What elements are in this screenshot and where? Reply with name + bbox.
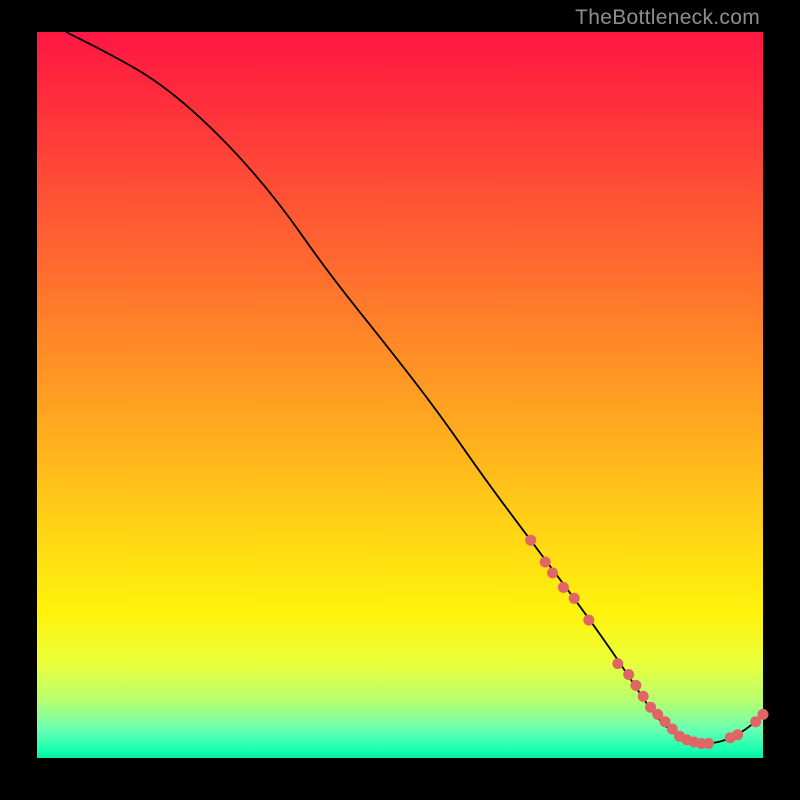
highlight-dot [540,557,551,568]
highlight-dot [703,738,714,749]
highlight-dot [558,582,569,593]
highlight-dot [623,669,634,680]
highlight-dot [732,729,743,740]
watermark-text: TheBottleneck.com [575,6,760,30]
highlight-dot [525,535,536,546]
bottleneck-curve [66,32,763,744]
chart-frame: TheBottleneck.com [0,0,800,800]
chart-svg [37,32,763,758]
highlight-dot [547,567,558,578]
highlight-dot [638,691,649,702]
highlight-dot [612,658,623,669]
highlight-dot [630,680,641,691]
highlight-dot [583,615,594,626]
highlight-dots-group [525,535,768,749]
highlight-dot [569,593,580,604]
highlight-dot [758,709,769,720]
plot-area [37,32,763,758]
